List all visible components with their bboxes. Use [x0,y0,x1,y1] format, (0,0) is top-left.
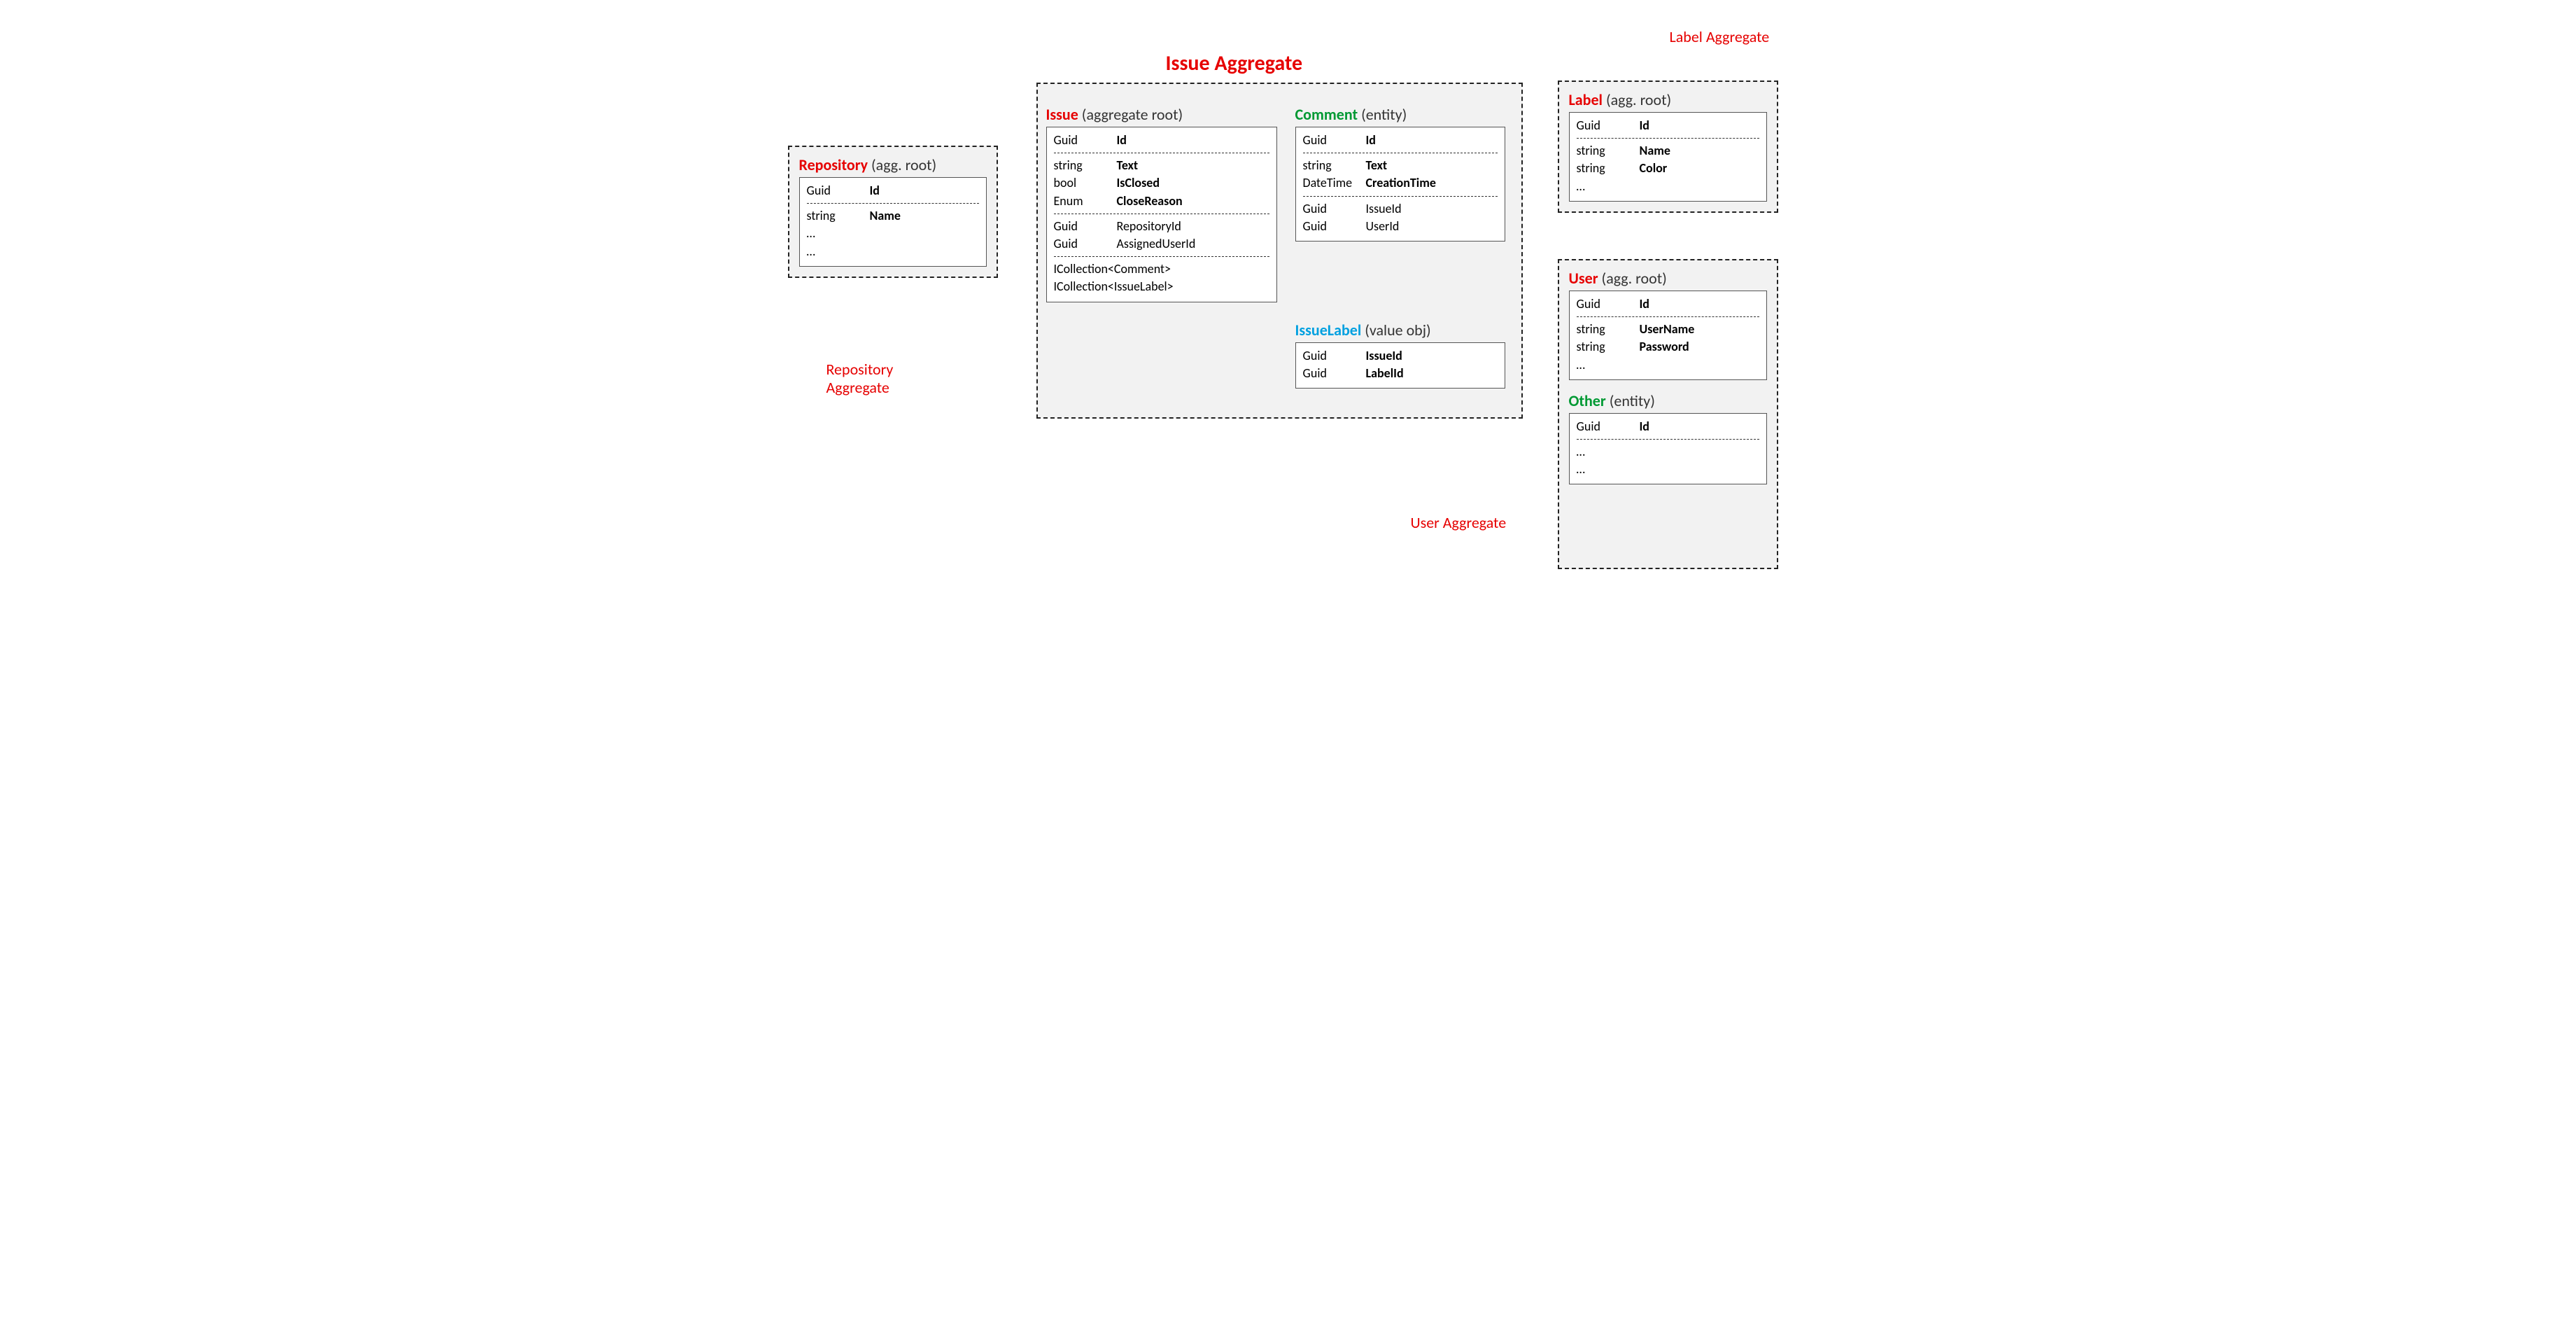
property-row: … [1577,356,1759,374]
entity-role: (value obj) [1365,321,1430,340]
property-row: boolIsClosed [1054,174,1269,192]
property-row: … [1577,443,1759,461]
entity-body: GuidId stringUserNamestringPassword… [1569,291,1767,380]
aggregate-user: User (agg. root) GuidId stringUserNamestr… [1558,259,1778,569]
entity-body: GuidIssueIdGuidLabelId [1295,342,1505,389]
entity-role: (aggregate root) [1082,105,1183,124]
property-row: … [1577,178,1759,195]
entity-name: Issue [1046,105,1078,124]
property-row: GuidId [1303,132,1498,149]
property-row: … [807,225,979,242]
property-row: stringName [807,207,979,225]
aggregate-repository: Repository (agg. root) GuidIdstringName…… [788,146,998,278]
property-row: ICollection<IssueLabel> [1054,278,1269,295]
entity-issue: Issue (aggregate root) GuidId stringTextb… [1046,104,1277,302]
entity-body: GuidId …… [1569,413,1767,485]
entity-repository: Repository (agg. root) GuidIdstringName…… [799,155,987,267]
entity-body: GuidIdstringName…… [799,177,987,267]
entity-role: (entity) [1361,105,1407,124]
entity-role: (agg. root) [871,155,936,174]
property-row: stringColor [1577,160,1759,177]
relationship-arrows [767,14,977,119]
entity-name: Repository [799,155,868,174]
entity-issuelabel: IssueLabel (value obj) GuidIssueIdGuidLa… [1295,319,1505,389]
aggregate-issue: Issue (aggregate root) GuidIdstringTextb… [1036,83,1523,419]
entity-name: Label [1569,90,1603,109]
entity-role: (agg. root) [1606,90,1671,109]
entity-name: Other [1569,391,1606,410]
property-row: DateTimeCreationTime [1303,174,1498,192]
property-row: GuidId [1577,295,1759,313]
property-row: stringText [1054,157,1269,174]
property-row: GuidId [1577,117,1759,134]
property-row: GuidUserId [1303,218,1498,235]
property-row: GuidId [1577,418,1759,435]
entity-role: (entity) [1610,391,1655,410]
property-row: stringPassword [1577,338,1759,356]
entity-user: User (agg. root) GuidId stringUserNamestr… [1569,269,1767,380]
diagram-title-issue-aggregate: Issue Aggregate [1166,50,1303,76]
caption-label-aggregate: Label Aggregate [1670,28,1770,46]
entity-body: GuidId stringNamestringColor… [1569,112,1767,202]
entity-name: Comment [1295,105,1358,124]
caption-user-aggregate: User Aggregate [1411,514,1507,532]
entity-role: (agg. root) [1602,269,1667,288]
entity-label: Label (agg. root) GuidId stringNamestring… [1569,90,1767,202]
property-row: GuidRepositoryId [1054,218,1269,235]
property-row: stringUserName [1577,321,1759,338]
property-row: GuidId [1054,132,1269,149]
caption-repository-aggregate: RepositoryAggregate [826,361,924,398]
entity-comment: Comment (entity) GuidId stringTextDateTim… [1295,104,1505,242]
property-row: GuidId [807,182,979,200]
property-row: ICollection<Comment> [1054,260,1269,278]
aggregate-label: Label (agg. root) GuidId stringNamestring… [1558,81,1778,213]
entity-body: GuidId stringTextDateTimeCreationTime Guid… [1295,127,1505,242]
entity-name: IssueLabel [1295,321,1362,340]
property-row: stringText [1303,157,1498,174]
property-row: GuidIssueId [1303,347,1498,365]
entity-other: Other (entity) GuidId …… [1569,391,1767,485]
property-row: GuidAssignedUserId [1054,235,1269,253]
entity-body: GuidId stringTextboolIsClosedEnumCloseRea… [1046,127,1277,302]
property-row: … [1577,461,1759,478]
property-row: stringName [1577,142,1759,160]
property-row: GuidLabelId [1303,365,1498,382]
property-row: … [807,243,979,260]
property-row: GuidIssueId [1303,200,1498,218]
property-row: EnumCloseReason [1054,193,1269,210]
entity-name: User [1569,269,1598,288]
